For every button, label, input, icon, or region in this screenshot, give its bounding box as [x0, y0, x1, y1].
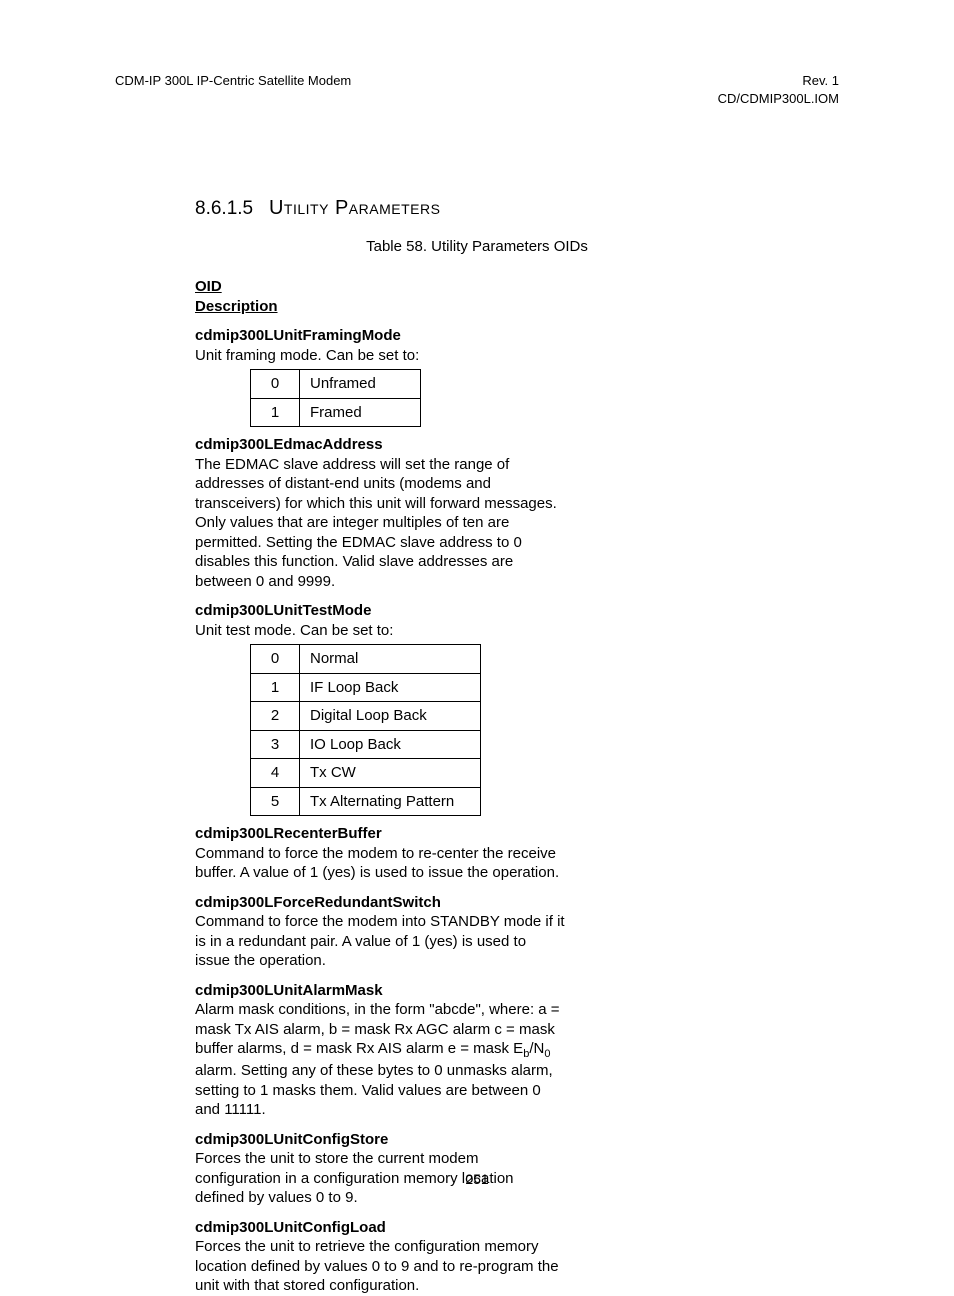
table-row: cdmip300LUnitConfigStore Forces the unit… [195, 1130, 839, 1208]
table-row: cdmip300LUnitAlarmMask Alarm mask condit… [195, 981, 839, 1120]
table-row: cdmip300LUnitFramingMode Unit framing mo… [195, 326, 839, 431]
oid-cell: cdmip300LEdmacAddress [195, 435, 470, 455]
oid-table: OID Description cdmip300LUnitFramingMode… [195, 277, 839, 1296]
options-table: 0Unframed 1Framed [250, 369, 421, 427]
oid-cell: cdmip300LUnitAlarmMask [195, 981, 470, 1001]
col-header-description: Description [195, 297, 565, 317]
table-row: cdmip300LEdmacAddress The EDMAC slave ad… [195, 435, 839, 591]
header-right: Rev. 1 CD/CDMIP300L.IOM [718, 72, 839, 107]
table-row: cdmip300LForceRedundantSwitch Command to… [195, 893, 839, 971]
page-number: 251 [0, 1171, 954, 1187]
table-header-row: OID Description [195, 277, 839, 316]
desc-cell: Command to force the modem to re-center … [195, 844, 565, 883]
oid-cell: cdmip300LUnitConfigLoad [195, 1218, 470, 1238]
oid-cell: cdmip300LForceRedundantSwitch [195, 893, 470, 913]
page-header: CDM-IP 300L IP-Centric Satellite Modem R… [115, 72, 839, 107]
oid-cell: cdmip300LUnitTestMode [195, 601, 470, 621]
table-caption: Table 58. Utility Parameters OIDs [115, 238, 839, 255]
desc-cell: Command to force the modem into STANDBY … [195, 912, 565, 971]
col-header-oid: OID [195, 277, 470, 297]
oid-cell: cdmip300LUnitConfigStore [195, 1130, 470, 1150]
desc-cell: The EDMAC slave address will set the ran… [195, 455, 565, 592]
desc-cell: Forces the unit to retrieve the configur… [195, 1237, 565, 1296]
table-row: cdmip300LUnitTestMode Unit test mode. Ca… [195, 601, 839, 820]
options-table: 0Normal 1IF Loop Back 2Digital Loop Back… [250, 644, 481, 816]
oid-cell: cdmip300LUnitFramingMode [195, 326, 470, 346]
header-left: CDM-IP 300L IP-Centric Satellite Modem [115, 72, 351, 107]
desc-cell: Unit framing mode. Can be set to: 0Unfra… [195, 346, 565, 432]
desc-cell: Alarm mask conditions, in the form "abcd… [195, 1000, 565, 1120]
oid-cell: cdmip300LRecenterBuffer [195, 824, 470, 844]
desc-cell: Unit test mode. Can be set to: 0Normal 1… [195, 621, 565, 821]
section-heading: 8.6.1.5 Utility Parameters [195, 197, 839, 220]
table-row: cdmip300LUnitConfigLoad Forces the unit … [195, 1218, 839, 1296]
table-row: cdmip300LRecenterBuffer Command to force… [195, 824, 839, 883]
